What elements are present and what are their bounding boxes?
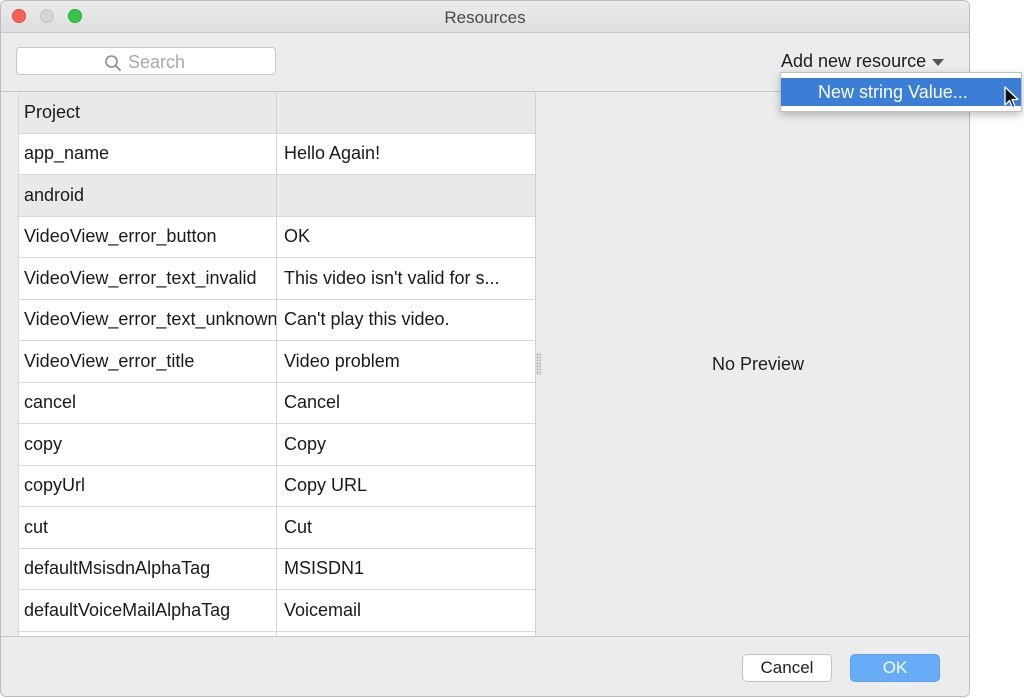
table-group-row[interactable]: Project bbox=[19, 92, 536, 134]
menu-item-new-string-value[interactable]: New string Value... bbox=[781, 78, 1021, 106]
resource-name-cell: copyUrl bbox=[19, 465, 277, 506]
cancel-button[interactable]: Cancel bbox=[742, 654, 832, 682]
resource-name-cell: VideoView_error_text_invalid bbox=[19, 258, 277, 299]
resource-name-cell: VideoView_error_button bbox=[19, 216, 277, 257]
no-preview-label: No Preview bbox=[712, 354, 805, 374]
split-pane-handle[interactable] bbox=[536, 353, 541, 375]
footer-divider bbox=[1, 636, 969, 637]
resource-name-cell: cut bbox=[19, 507, 277, 548]
table-row[interactable]: VideoView_error_text_unknown Can't play … bbox=[19, 299, 536, 341]
resource-name-cell: cancel bbox=[19, 382, 277, 423]
resource-name-cell: VideoView_error_title bbox=[19, 341, 277, 382]
search-input[interactable] bbox=[128, 52, 258, 73]
resource-value-cell: Voicemail bbox=[284, 599, 362, 620]
resource-name-cell: defaultVoiceMailAlphaTag bbox=[19, 590, 277, 631]
title-bar: Resources bbox=[1, 1, 969, 33]
resource-value-cell: Copy bbox=[284, 433, 327, 454]
resource-value-cell: Video problem bbox=[284, 350, 400, 371]
table-row[interactable]: cut Cut bbox=[19, 507, 536, 549]
caret-down-icon bbox=[932, 59, 945, 66]
ok-button[interactable]: OK bbox=[850, 654, 940, 682]
table-row[interactable]: copy Copy bbox=[19, 424, 536, 466]
table-row[interactable]: app_name Hello Again! bbox=[19, 133, 536, 175]
resource-name-cell: Project bbox=[19, 92, 277, 133]
resource-name-cell: VideoView_error_text_unknown bbox=[19, 299, 277, 340]
resource-value-cell: This video isn't valid for s... bbox=[284, 267, 500, 288]
table-row[interactable]: defaultMsisdnAlphaTag MSISDN1 bbox=[19, 548, 536, 590]
search-field[interactable] bbox=[16, 47, 276, 75]
search-icon bbox=[104, 54, 122, 72]
resource-value-cell: Can't play this video. bbox=[284, 309, 450, 330]
resource-value-cell bbox=[277, 175, 536, 216]
resource-value-cell: Cancel bbox=[284, 392, 341, 413]
resource-table: Project app_name Hello Again! android Vi… bbox=[18, 92, 536, 636]
resource-value-cell: OK bbox=[284, 226, 311, 247]
resource-value-cell bbox=[277, 92, 536, 133]
add-resource-menu: New string Value... bbox=[780, 72, 1022, 112]
table-row[interactable]: defaultVoiceMailAlphaTag Voicemail bbox=[19, 590, 536, 632]
table-row[interactable]: VideoView_error_button OK bbox=[19, 216, 536, 258]
add-new-resource-dropdown[interactable]: Add new resource bbox=[781, 51, 945, 72]
arrow-cursor-icon bbox=[1004, 86, 1020, 115]
resource-value-cell: Copy URL bbox=[284, 475, 368, 496]
resource-name-cell: copy bbox=[19, 424, 277, 465]
table-row[interactable]: cancel Cancel bbox=[19, 382, 536, 424]
resource-name-cell: android bbox=[19, 175, 277, 216]
add-new-resource-label: Add new resource bbox=[781, 51, 927, 71]
table-row[interactable]: VideoView_error_title Video problem bbox=[19, 341, 536, 383]
resource-value-cell: Cut bbox=[284, 516, 313, 537]
resource-value-cell: MSISDN1 bbox=[284, 558, 365, 579]
resource-value-cell: Hello Again! bbox=[284, 143, 381, 164]
table-group-row[interactable]: android bbox=[19, 175, 536, 217]
window-title: Resources bbox=[444, 8, 526, 27]
table-row[interactable]: copyUrl Copy URL bbox=[19, 465, 536, 507]
table-row[interactable]: VideoView_error_text_invalid This video … bbox=[19, 258, 536, 300]
resource-name-cell: app_name bbox=[19, 133, 277, 174]
resource-name-cell: defaultMsisdnAlphaTag bbox=[19, 548, 277, 589]
